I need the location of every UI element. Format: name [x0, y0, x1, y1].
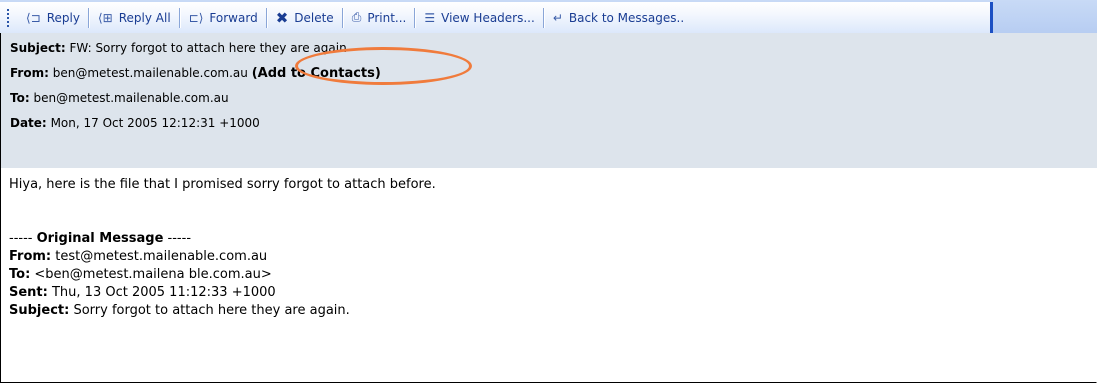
date-line: Date: Mon, 17 Oct 2005 12:12:31 +1000 — [10, 116, 260, 130]
toolbar-grip-icon[interactable] — [4, 8, 12, 27]
original-from-label: From: — [9, 249, 52, 264]
back-icon: ↵ — [552, 10, 563, 25]
original-sent-label: Sent: — [9, 285, 48, 300]
message-header: Subject: FW: Sorry forgot to attach here… — [1, 33, 1097, 168]
toolbar: ⟨⊐ Reply ⟨⊞ Reply All ⊏⟩ Forward ✖ Delet… — [0, 0, 1097, 33]
subject-label: Subject: — [10, 41, 66, 55]
original-to-line: To: <ben@metest.mailena ble.com.au> — [9, 266, 1089, 284]
original-message-divider: ----- Original Message ----- — [9, 230, 1089, 248]
body-intro: Hiya, here is the file that I promised s… — [9, 177, 436, 192]
to-line: To: ben@metest.mailenable.com.au — [10, 91, 229, 105]
view-headers-button[interactable]: ☰ View Headers... — [416, 2, 542, 33]
print-button[interactable]: ⎙ Print... — [344, 2, 415, 33]
from-label: From: — [10, 66, 49, 80]
original-subject-label: Subject: — [9, 303, 70, 318]
date-label: Date: — [10, 116, 47, 130]
reply-label: Reply — [46, 10, 80, 25]
toolbar-buttons: ⟨⊐ Reply ⟨⊞ Reply All ⊏⟩ Forward ✖ Delet… — [0, 2, 993, 33]
reply-icon: ⟨⊐ — [26, 10, 41, 25]
reply-button[interactable]: ⟨⊐ Reply — [18, 2, 88, 33]
delete-button[interactable]: ✖ Delete — [268, 2, 342, 33]
original-subject-line: Subject: Sorry forgot to attach here the… — [9, 302, 1089, 320]
forward-button[interactable]: ⊏⟩ Forward — [181, 2, 266, 33]
back-to-messages-label: Back to Messages.. — [568, 10, 685, 25]
reply-all-label: Reply All — [118, 10, 171, 25]
reply-all-icon: ⟨⊞ — [97, 10, 113, 25]
original-to-value: <ben@metest.mailena ble.com.au> — [30, 267, 272, 282]
view-headers-label: View Headers... — [441, 10, 535, 25]
date-value: Mon, 17 Oct 2005 12:12:31 +1000 — [50, 116, 260, 130]
to-label: To: — [10, 91, 30, 105]
original-message-title: Original Message — [36, 231, 164, 246]
original-from-line: From: test@metest.mailenable.com.au — [9, 248, 1089, 266]
to-value: ben@metest.mailenable.com.au — [33, 91, 229, 105]
divider-prefix: ----- — [9, 231, 37, 246]
original-to-label: To: — [9, 267, 31, 282]
delete-icon: ✖ — [275, 8, 289, 27]
original-sent-value: Thu, 13 Oct 2005 11:12:33 +1000 — [47, 285, 276, 300]
reply-all-button[interactable]: ⟨⊞ Reply All — [90, 2, 179, 33]
print-label: Print... — [367, 10, 407, 25]
original-from-value: test@metest.mailenable.com.au — [51, 249, 268, 264]
delete-label: Delete — [294, 10, 334, 25]
forward-label: Forward — [209, 10, 258, 25]
original-sent-line: Sent: Thu, 13 Oct 2005 11:12:33 +1000 — [9, 284, 1089, 302]
back-to-messages-button[interactable]: ↵ Back to Messages.. — [545, 2, 692, 33]
divider-suffix: ----- — [163, 231, 192, 246]
view-headers-icon: ☰ — [424, 10, 436, 25]
subject-value: FW: Sorry forgot to attach here they are… — [69, 41, 347, 55]
highlight-oval — [295, 47, 472, 85]
message-body: Hiya, here is the file that I promised s… — [9, 176, 1089, 320]
subject-line: Subject: FW: Sorry forgot to attach here… — [10, 41, 347, 55]
forward-icon: ⊏⟩ — [188, 10, 204, 25]
print-icon: ⎙ — [351, 10, 362, 24]
original-subject-value: Sorry forgot to attach here they are aga… — [69, 303, 350, 318]
from-value: ben@metest.mailenable.com.au — [52, 66, 248, 80]
